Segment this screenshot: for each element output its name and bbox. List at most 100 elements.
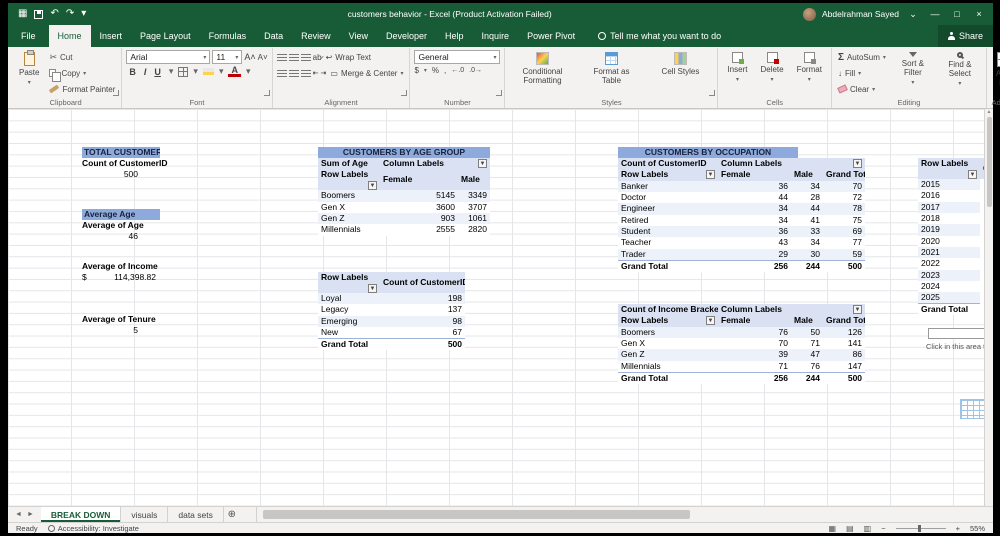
- table-title-occupation[interactable]: CUSTOMERS BY OCCUPATION: [618, 147, 798, 158]
- col-header-grand-total[interactable]: Grand Total: [823, 169, 866, 181]
- cell[interactable]: 70: [718, 338, 791, 349]
- user-avatar[interactable]: [802, 7, 816, 21]
- sheet-tab-data-sets[interactable]: data sets: [168, 507, 224, 522]
- cell[interactable]: 71: [791, 338, 823, 349]
- align-right-icon[interactable]: [300, 69, 311, 77]
- cell[interactable]: 244: [791, 259, 823, 272]
- borders-dropdown-icon[interactable]: ▾: [190, 66, 201, 77]
- redo-icon[interactable]: ↷: [66, 9, 74, 19]
- stat-label-average-tenure[interactable]: Average of Tenure: [82, 314, 174, 325]
- tab-review[interactable]: Review: [292, 25, 340, 47]
- cell[interactable]: 72: [823, 192, 865, 203]
- percent-button[interactable]: %: [432, 66, 439, 75]
- font-name-select[interactable]: Arial ▾: [126, 50, 211, 64]
- cell[interactable]: Grand Total: [618, 371, 718, 384]
- sort-filter-button[interactable]: Sort & Filter ▾: [891, 50, 935, 97]
- col-header-female[interactable]: Female: [380, 169, 458, 191]
- align-center-icon[interactable]: [288, 69, 299, 77]
- zoom-slider-thumb[interactable]: [918, 524, 922, 532]
- tab-inquire[interactable]: Inquire: [473, 25, 519, 47]
- cell[interactable]: 86: [823, 349, 866, 361]
- format-painter-button[interactable]: Format Painter: [47, 82, 117, 96]
- filter-dropdown-icon[interactable]: ▼: [368, 181, 377, 191]
- cell[interactable]: Emerging: [318, 315, 380, 327]
- cell[interactable]: 29: [718, 248, 791, 261]
- comma-button[interactable]: ,: [444, 66, 446, 75]
- cell[interactable]: 244: [791, 371, 823, 384]
- tab-developer[interactable]: Developer: [377, 25, 436, 47]
- cell[interactable]: Student: [618, 225, 718, 238]
- insert-cells-button[interactable]: Insert ▾: [722, 50, 752, 97]
- decrease-indent-icon[interactable]: ⇤: [313, 69, 319, 77]
- cell[interactable]: 500: [823, 259, 866, 272]
- col-header-female[interactable]: Female: [718, 315, 791, 327]
- wrap-text-button[interactable]: ↩ Wrap Text: [324, 50, 373, 64]
- cell[interactable]: 36: [718, 225, 791, 238]
- cell[interactable]: Loyal: [318, 293, 380, 305]
- cell[interactable]: Millennials: [618, 361, 718, 373]
- scroll-up-icon[interactable]: ▲: [987, 109, 992, 115]
- cell[interactable]: 98: [380, 315, 465, 327]
- cell[interactable]: Gen X: [618, 338, 718, 349]
- row-labels-cell[interactable]: Row Labels ▼: [318, 169, 380, 191]
- cell[interactable]: 34: [718, 203, 791, 215]
- cell[interactable]: Boomers: [318, 190, 380, 202]
- increase-decimal-button[interactable]: ←.0: [451, 67, 464, 74]
- cell[interactable]: Grand Total: [918, 303, 980, 316]
- cell[interactable]: 2555: [380, 224, 458, 235]
- styles-dialog-launcher-icon[interactable]: [709, 90, 716, 96]
- row-labels-cell[interactable]: Row Labels ▼: [618, 315, 718, 327]
- measure-cell[interactable]: Count of CustomerID: [618, 158, 718, 170]
- cell[interactable]: Retired: [618, 215, 718, 226]
- tab-data[interactable]: Data: [255, 25, 292, 47]
- cell[interactable]: Banker: [618, 180, 718, 192]
- clipboard-dialog-launcher-icon[interactable]: [113, 90, 120, 96]
- cell[interactable]: 256: [718, 371, 791, 384]
- filter-dropdown-icon[interactable]: ▼: [706, 170, 715, 180]
- filter-dropdown-icon[interactable]: ▼: [706, 316, 715, 326]
- decrease-decimal-button[interactable]: .0→: [469, 67, 482, 74]
- clear-button[interactable]: Clear ▾: [836, 82, 888, 96]
- col-header-grand-total[interactable]: Grand Total: [823, 315, 866, 327]
- mini-spreadsheet-icon[interactable]: [960, 399, 984, 419]
- cell[interactable]: Gen Z: [318, 212, 380, 225]
- cell[interactable]: 76: [718, 326, 791, 338]
- cell[interactable]: Gen Z: [618, 349, 718, 361]
- cell[interactable]: 44: [718, 192, 791, 203]
- cell[interactable]: Grand Total: [318, 338, 380, 350]
- cell[interactable]: 47: [791, 349, 823, 361]
- column-labels-cell[interactable]: Column Labels ▼: [380, 158, 490, 170]
- save-icon[interactable]: [34, 9, 44, 19]
- fill-color-icon[interactable]: [202, 68, 214, 75]
- number-format-select[interactable]: General ▾: [414, 50, 501, 64]
- cell[interactable]: 3349: [458, 190, 490, 202]
- stat-value-average-income[interactable]: $ 114,398.82: [82, 272, 156, 283]
- chart-input-box[interactable]: [928, 328, 984, 339]
- cell[interactable]: 2018: [918, 213, 980, 224]
- tab-power-pivot[interactable]: Power Pivot: [518, 25, 584, 47]
- tab-formulas[interactable]: Formulas: [200, 25, 256, 47]
- spreadsheet-grid[interactable]: TOTAL CUSTOMERS Count of CustomerID 500 …: [8, 109, 984, 506]
- cell[interactable]: Boomers: [618, 326, 718, 338]
- cell[interactable]: 70: [823, 180, 866, 192]
- filter-dropdown-icon[interactable]: ▼: [368, 284, 377, 293]
- fill-color-dropdown-icon[interactable]: ▾: [216, 66, 227, 77]
- normal-view-icon[interactable]: ▦: [829, 524, 837, 533]
- paste-button[interactable]: Paste ▾: [14, 50, 44, 97]
- value-header-cell[interactable]: Count of CustomerID: [380, 272, 465, 293]
- cell[interactable]: 69: [823, 225, 866, 238]
- cell[interactable]: 67: [380, 327, 465, 339]
- cell[interactable]: 30: [791, 248, 823, 261]
- cell[interactable]: Gen X: [318, 202, 380, 213]
- cell[interactable]: 43: [718, 237, 791, 248]
- cell[interactable]: 141: [823, 338, 865, 349]
- filter-dropdown-icon[interactable]: ▼: [478, 159, 487, 169]
- cell[interactable]: Trader: [618, 248, 718, 261]
- cell[interactable]: 75: [823, 215, 865, 226]
- row-labels-cell[interactable]: Row Labels ▼: [618, 169, 718, 181]
- cell[interactable]: 28: [791, 192, 823, 203]
- cell[interactable]: Legacy: [318, 304, 380, 315]
- cell[interactable]: 59: [823, 248, 866, 261]
- cell-styles-button[interactable]: Cell Styles: [647, 50, 713, 97]
- cell[interactable]: 2024: [918, 281, 980, 292]
